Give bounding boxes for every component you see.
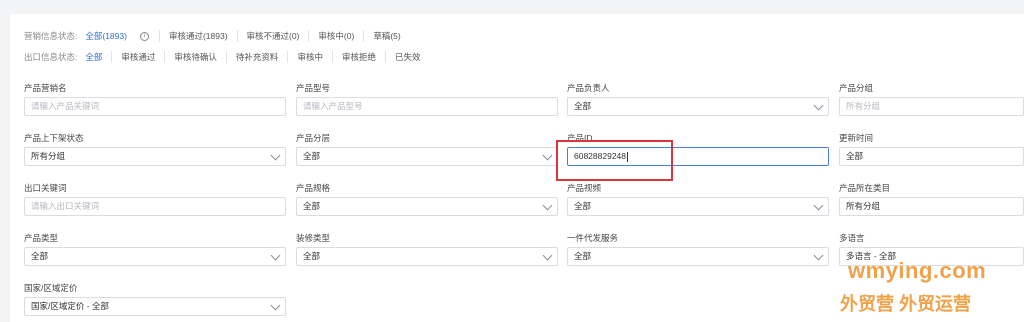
product-group-select[interactable]: 所有分组 bbox=[839, 97, 1024, 116]
marketing-status-draft[interactable]: 草稿(5) bbox=[363, 30, 409, 42]
country-pricing-select[interactable]: 国家/区域定价 - 全部 bbox=[24, 297, 286, 316]
dropship-service-select[interactable]: 全部 bbox=[567, 247, 829, 266]
chevron-down-icon bbox=[813, 200, 824, 211]
watermark-slogan: 外贸营 外贸运营 bbox=[840, 294, 972, 314]
product-group-label: 产品分组 bbox=[839, 83, 874, 93]
chevron-down-icon bbox=[542, 200, 553, 211]
listing-status-value: 所有分组 bbox=[31, 151, 66, 161]
product-video-label: 产品视频 bbox=[567, 183, 602, 193]
export-status-label: 出口信息状态: bbox=[24, 52, 78, 62]
product-type-select[interactable]: 全部 bbox=[24, 247, 286, 266]
product-video-select[interactable]: 全部 bbox=[567, 197, 829, 216]
product-name-input[interactable]: 请输入产品关键词 bbox=[24, 97, 286, 116]
chevron-down-icon bbox=[270, 300, 281, 311]
export-status-refused[interactable]: 审核拒绝 bbox=[331, 51, 385, 63]
product-spec-label: 产品规格 bbox=[296, 183, 331, 193]
update-time-select[interactable]: 全部 bbox=[839, 147, 1024, 166]
product-tier-value: 全部 bbox=[303, 151, 321, 161]
highlight-box bbox=[556, 140, 673, 181]
marketing-status-reviewing[interactable]: 审核中(0) bbox=[308, 30, 363, 42]
product-category-select[interactable]: 所有分组 bbox=[839, 197, 1024, 216]
chevron-down-icon bbox=[813, 100, 824, 111]
listing-status-label: 产品上下架状态 bbox=[24, 133, 84, 143]
product-tier-select[interactable]: 全部 bbox=[296, 147, 558, 166]
update-time-value: 全部 bbox=[846, 151, 864, 161]
product-type-label: 产品类型 bbox=[24, 233, 59, 243]
export-keyword-label: 出口关键词 bbox=[24, 183, 67, 193]
product-owner-select[interactable]: 全部 bbox=[567, 97, 829, 116]
marketing-status-label: 营销信息状态: bbox=[24, 31, 78, 41]
export-status-pending-confirm[interactable]: 审核待确认 bbox=[164, 51, 226, 63]
product-type-value: 全部 bbox=[31, 251, 49, 261]
chevron-down-icon bbox=[542, 150, 553, 161]
chevron-down-icon bbox=[270, 250, 281, 261]
marketing-status-approved[interactable]: 审核通过(1893) bbox=[158, 30, 237, 42]
country-pricing-label: 国家/区域定价 bbox=[24, 283, 78, 293]
chevron-down-icon bbox=[270, 150, 281, 161]
product-model-label: 产品型号 bbox=[296, 83, 331, 93]
decoration-type-select[interactable]: 全部 bbox=[296, 247, 558, 266]
product-category-label: 产品所在类目 bbox=[839, 183, 891, 193]
chevron-down-icon bbox=[813, 250, 824, 261]
product-video-value: 全部 bbox=[574, 201, 592, 211]
watermark-domain: wmying.com bbox=[848, 258, 987, 283]
multi-language-label: 多语言 bbox=[839, 233, 865, 243]
export-status-expired[interactable]: 已失效 bbox=[384, 51, 430, 63]
dropship-service-value: 全部 bbox=[574, 251, 592, 261]
product-owner-label: 产品负责人 bbox=[567, 83, 610, 93]
info-icon: i bbox=[139, 31, 149, 41]
product-spec-value: 全部 bbox=[303, 201, 321, 211]
marketing-status-rejected[interactable]: 审核不通过(0) bbox=[236, 30, 309, 42]
product-name-label: 产品营销名 bbox=[24, 83, 67, 93]
marketing-status-all[interactable]: 全部(1893) bbox=[85, 30, 136, 42]
export-status-all[interactable]: 全部 bbox=[85, 51, 111, 63]
chevron-down-icon bbox=[542, 250, 553, 261]
decoration-type-label: 装修类型 bbox=[296, 233, 331, 243]
decoration-type-value: 全部 bbox=[303, 251, 321, 261]
product-category-value: 所有分组 bbox=[846, 201, 881, 211]
product-tier-label: 产品分层 bbox=[296, 133, 331, 143]
product-model-input[interactable]: 请输入产品型号 bbox=[296, 97, 558, 116]
product-spec-select[interactable]: 全部 bbox=[296, 197, 558, 216]
product-owner-value: 全部 bbox=[574, 101, 592, 111]
export-status-need-info[interactable]: 待补充资料 bbox=[225, 51, 288, 63]
export-keyword-input[interactable]: 请输入出口关键词 bbox=[24, 197, 286, 216]
country-pricing-value: 国家/区域定价 - 全部 bbox=[31, 301, 109, 311]
export-status-filter: 出口信息状态: 全部 审核通过 审核待确认 待补充资料 审核中 审核拒绝 已失效 bbox=[24, 51, 429, 63]
export-status-reviewing[interactable]: 审核中 bbox=[287, 51, 332, 63]
marketing-status-filter: 营销信息状态: 全部(1893) i 审核通过(1893) 审核不通过(0) 审… bbox=[24, 30, 410, 42]
listing-status-select[interactable]: 所有分组 bbox=[24, 147, 286, 166]
dropship-service-label: 一件代发服务 bbox=[567, 233, 619, 243]
export-status-approved[interactable]: 审核通过 bbox=[111, 51, 164, 63]
update-time-label: 更新时间 bbox=[839, 133, 874, 143]
